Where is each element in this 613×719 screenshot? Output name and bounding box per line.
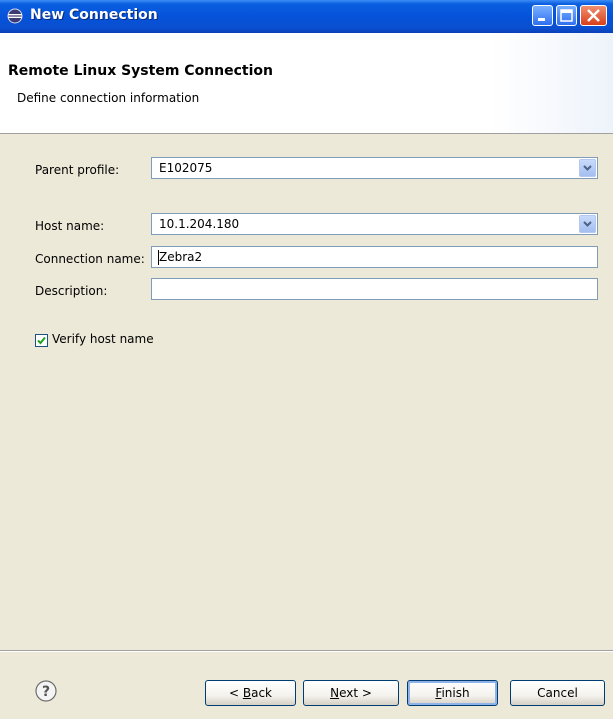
new-connection-dialog: New Connection Remote Linux System Conne… bbox=[0, 0, 613, 719]
back-rest: ack bbox=[251, 686, 272, 700]
host-name-value: 10.1.204.180 bbox=[159, 217, 240, 231]
back-button[interactable]: < Back bbox=[205, 680, 296, 706]
next-mnemonic: N bbox=[330, 686, 340, 700]
verify-host-label[interactable]: Verify host name bbox=[52, 332, 154, 346]
minimize-icon bbox=[538, 18, 545, 21]
maximize-button[interactable] bbox=[556, 5, 577, 26]
window-title: New Connection bbox=[30, 7, 158, 23]
maximize-icon bbox=[560, 9, 573, 22]
description-input[interactable] bbox=[151, 278, 598, 300]
next-button[interactable]: Next > bbox=[303, 680, 399, 706]
connection-name-value: Zebra2 bbox=[159, 250, 203, 264]
finish-rest: inish bbox=[441, 686, 470, 700]
connection-name-input[interactable]: Zebra2 bbox=[151, 246, 598, 268]
parent-profile-dropdown-button[interactable] bbox=[579, 159, 596, 177]
close-icon bbox=[587, 9, 600, 22]
connection-name-label: Connection name: bbox=[35, 252, 145, 266]
back-mnemonic: B bbox=[242, 686, 252, 700]
parent-profile-value: E102075 bbox=[159, 161, 213, 175]
parent-profile-combo[interactable]: E102075 bbox=[151, 157, 598, 179]
parent-profile-label: Parent profile: bbox=[35, 163, 120, 177]
host-name-dropdown-button[interactable] bbox=[579, 215, 596, 233]
svg-text:?: ? bbox=[42, 684, 50, 700]
close-button[interactable] bbox=[580, 5, 607, 26]
host-name-combo[interactable]: 10.1.204.180 bbox=[151, 213, 598, 235]
help-icon[interactable]: ? bbox=[35, 680, 57, 702]
chevron-down-icon bbox=[583, 221, 592, 227]
minimize-button[interactable] bbox=[532, 5, 553, 26]
page-description: Define connection information bbox=[17, 91, 200, 105]
wizard-header: Remote Linux System Connection Define co… bbox=[0, 33, 613, 134]
next-rest: ext > bbox=[339, 686, 372, 700]
button-bar-separator-highlight bbox=[0, 651, 613, 652]
chevron-down-icon bbox=[583, 165, 592, 171]
page-title: Remote Linux System Connection bbox=[8, 63, 273, 79]
text-cursor bbox=[158, 250, 159, 265]
verify-host-checkbox[interactable] bbox=[35, 334, 48, 347]
description-label: Description: bbox=[35, 284, 108, 298]
cancel-button[interactable]: Cancel bbox=[510, 680, 605, 706]
back-prefix: < bbox=[228, 686, 243, 700]
checkmark-icon bbox=[37, 336, 46, 345]
host-name-label: Host name: bbox=[35, 219, 105, 233]
finish-button[interactable]: Finish bbox=[407, 680, 498, 706]
title-bar[interactable]: New Connection bbox=[0, 0, 613, 33]
eclipse-icon bbox=[7, 8, 23, 24]
